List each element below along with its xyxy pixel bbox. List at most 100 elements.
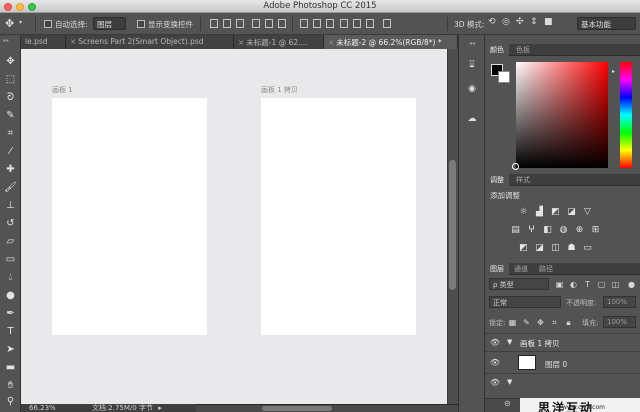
history-brush-icon[interactable]: ↺ — [3, 217, 18, 230]
tab-swatches[interactable]: 色板 — [511, 44, 535, 56]
tab-color[interactable]: 颜色 — [485, 44, 509, 56]
hue-slider-handle-icon[interactable]: ▸ — [612, 68, 615, 75]
pen-tool-icon[interactable]: ✒ — [3, 307, 18, 320]
distribute-vcenter-icon[interactable] — [313, 19, 321, 28]
lock-position-icon[interactable]: ✥ — [536, 318, 545, 327]
opacity-input[interactable]: 100% — [603, 296, 636, 308]
align-vcenter-icon[interactable] — [223, 19, 231, 28]
posterize-icon[interactable]: ◪ — [534, 243, 545, 253]
distribute-right-icon[interactable] — [366, 19, 374, 28]
tab-channels[interactable]: 通道 — [509, 263, 533, 275]
background-color-swatch[interactable] — [498, 71, 510, 83]
distribute-left-icon[interactable] — [340, 19, 348, 28]
fill-input[interactable]: 100% — [603, 316, 636, 328]
align-hcenter-icon[interactable] — [265, 19, 273, 28]
distribute-top-icon[interactable] — [300, 19, 308, 28]
align-bottom-icon[interactable] — [236, 19, 244, 28]
3d-slide-icon[interactable]: ⇕ — [530, 17, 538, 27]
properties-panel-icon[interactable]: ◉ — [464, 82, 480, 96]
hand-tool-icon[interactable]: ✋︎ — [3, 379, 18, 392]
document-tab[interactable]: × Screens Part 2(Smart Object).psd — [66, 35, 234, 49]
auto-select-dropdown[interactable]: 图层 — [93, 17, 126, 30]
document-tab[interactable]: le.psd — [21, 35, 66, 49]
brush-tool-icon[interactable]: 🖌︎ — [3, 181, 18, 194]
gradient-tool-icon[interactable]: ▭ — [3, 253, 18, 266]
rectangular-marquee-icon[interactable]: ⬚ — [3, 73, 18, 86]
move-tool-preset-icon[interactable]: ✥ — [5, 17, 14, 30]
filter-shape-icon[interactable]: ▢ — [597, 280, 606, 289]
filter-type-icon[interactable]: T — [583, 280, 592, 289]
visibility-eye-icon[interactable]: 👁︎ — [489, 338, 501, 347]
lock-artboard-icon[interactable]: ⌗ — [550, 318, 559, 327]
healing-brush-icon[interactable]: ✚ — [3, 163, 18, 176]
zoom-tool-icon[interactable]: ⚲ — [3, 395, 18, 408]
threshold-icon[interactable]: ◫ — [550, 243, 561, 253]
color-picker-field[interactable] — [516, 62, 608, 168]
zoom-level[interactable]: 66.23% — [29, 404, 56, 412]
auto-select-checkbox[interactable] — [44, 20, 52, 28]
filter-pixel-icon[interactable]: ▣ — [555, 280, 564, 289]
distribute-hcenter-icon[interactable] — [353, 19, 361, 28]
color-lookup-icon[interactable]: ⊞ — [590, 225, 601, 235]
document-tab-active[interactable]: × 未标题-2 @ 66.2%(RGB/8*) * — [324, 35, 458, 49]
lock-transparent-icon[interactable]: ▦ — [508, 318, 517, 327]
chevron-down-icon[interactable]: ▾ — [19, 19, 22, 26]
gradient-map-icon[interactable]: ▭ — [582, 243, 593, 253]
layer-filter-dropdown[interactable]: ρ 类型 — [489, 278, 549, 290]
move-tool-icon[interactable]: ✥ — [3, 55, 18, 68]
close-window-button[interactable] — [4, 3, 12, 11]
tab-styles[interactable]: 样式 — [511, 174, 535, 186]
artboard[interactable] — [52, 98, 207, 335]
blend-mode-dropdown[interactable]: 正常 — [489, 296, 561, 308]
eraser-tool-icon[interactable]: ▱ — [3, 235, 18, 248]
layer-row[interactable]: 👁︎ ▼ — [485, 373, 640, 391]
lock-all-icon[interactable]: 🔒︎ — [564, 318, 573, 327]
filter-toggle-icon[interactable]: ● — [627, 280, 636, 289]
black-white-icon[interactable]: ◧ — [542, 225, 553, 235]
layer-row-artboard[interactable]: 👁︎ ▼ 画板 1 拷贝 — [485, 333, 640, 351]
libraries-panel-icon[interactable]: ☁︎ — [464, 112, 480, 126]
channel-mixer-icon[interactable]: ⊕ — [574, 225, 585, 235]
history-panel-icon[interactable]: ⌛︎ — [464, 58, 480, 72]
hue-saturation-icon[interactable]: ▤ — [510, 225, 521, 235]
exposure-icon[interactable]: ◪ — [566, 207, 577, 217]
close-tab-icon[interactable]: × — [238, 38, 244, 47]
filter-smart-object-icon[interactable]: ◫ — [611, 280, 620, 289]
blur-tool-icon[interactable]: 💧︎ — [3, 271, 18, 284]
3d-scale-icon[interactable]: ■ — [544, 17, 553, 27]
align-top-icon[interactable] — [210, 19, 218, 28]
dodge-tool-icon[interactable]: ● — [3, 289, 18, 302]
selective-color-icon[interactable]: ☗ — [566, 243, 577, 253]
curves-icon[interactable]: ◩ — [550, 207, 561, 217]
filter-adjustment-icon[interactable]: ◐ — [569, 280, 578, 289]
3d-roll-icon[interactable]: ◎ — [502, 17, 510, 27]
zoom-window-button[interactable] — [28, 3, 36, 11]
3d-rotate-icon[interactable]: ⟲ — [488, 17, 496, 27]
close-tab-icon[interactable]: × — [328, 38, 334, 47]
vertical-scroll-thumb[interactable] — [449, 160, 456, 290]
document-canvas[interactable]: 画板 1 画板 1 拷贝 — [21, 49, 447, 404]
brightness-contrast-icon[interactable]: ☼ — [518, 207, 529, 217]
eyedropper-icon[interactable]: ⁄ — [3, 145, 18, 158]
type-tool-icon[interactable]: T — [3, 325, 18, 338]
hue-slider[interactable] — [620, 62, 632, 168]
quick-selection-icon[interactable]: ✎ — [3, 109, 18, 122]
photo-filter-icon[interactable]: ◍ — [558, 225, 569, 235]
expand-chevron-icon[interactable]: ▼ — [507, 338, 512, 346]
color-picker-cursor[interactable] — [512, 163, 519, 170]
lasso-tool-icon[interactable]: ᘐ — [3, 91, 18, 104]
panel-collapse-icon[interactable]: ▸▸ — [3, 37, 9, 44]
3d-drag-icon[interactable]: ✣ — [516, 17, 524, 27]
tab-adjustments[interactable]: 调整 — [485, 174, 509, 186]
close-tab-icon[interactable]: × — [70, 37, 76, 46]
vibrance-icon[interactable]: ▽ — [582, 207, 593, 217]
status-menu-arrow-icon[interactable]: ▸ — [158, 404, 162, 412]
crop-tool-icon[interactable]: ⌗ — [3, 127, 18, 140]
tab-layers[interactable]: 图层 — [485, 263, 509, 275]
color-balance-icon[interactable]: ⵖ — [526, 225, 537, 235]
panel-collapse-icon[interactable]: ◂◂ — [464, 37, 480, 51]
clone-stamp-icon[interactable]: ⊥ — [3, 199, 18, 212]
artboard[interactable] — [261, 98, 416, 335]
visibility-eye-icon[interactable]: 👁︎ — [489, 378, 501, 387]
rectangle-tool-icon[interactable]: ▬ — [3, 361, 18, 374]
